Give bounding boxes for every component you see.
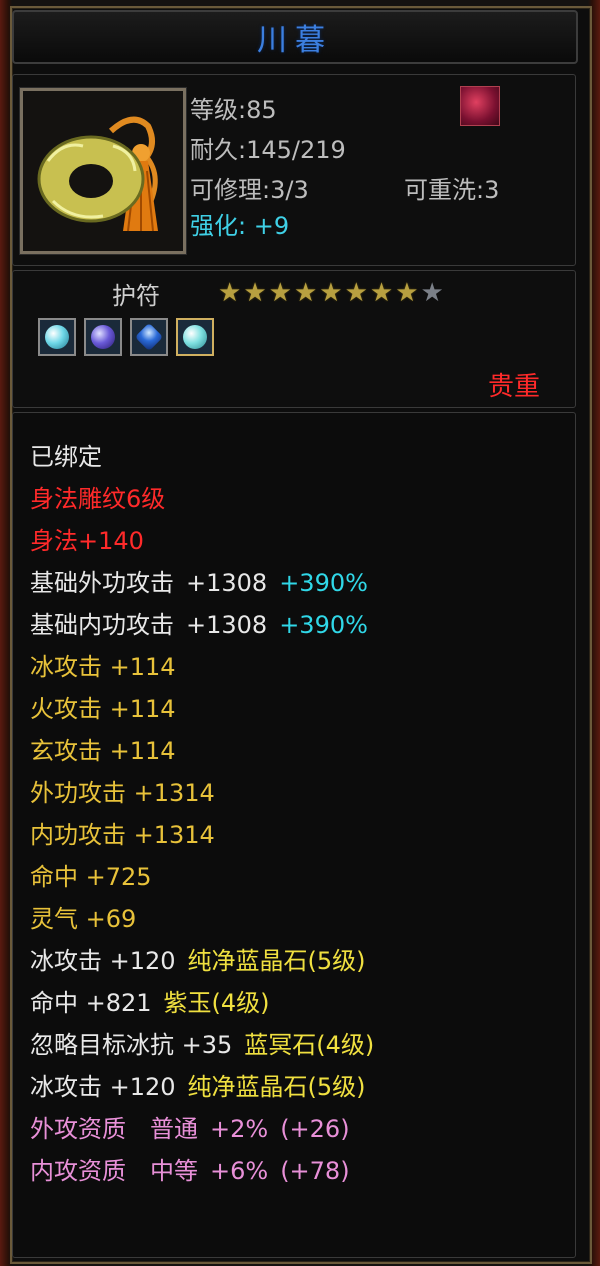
bound-status: 已绑定 <box>30 443 102 471</box>
gem-name: 纯净蓝晶石(5级) <box>187 947 366 975</box>
aptitude-value: +2% <box>210 1115 269 1143</box>
star-filled-icon: ★ <box>344 278 368 308</box>
stat-percent: +390% <box>279 569 368 597</box>
ext-atk-line: 外功攻击 +1314 <box>30 779 215 807</box>
stat-percent: +390% <box>279 611 368 639</box>
stat-value: +1308 <box>186 569 268 597</box>
agility-line: 身法+140 <box>30 527 144 555</box>
base-int-atk-line: 基础内功攻击 +1308 +390% <box>30 604 374 646</box>
aptitude-value: +6% <box>210 1157 269 1185</box>
rewash-stat: 可重洗:3 <box>404 176 500 204</box>
level-stat: 等级:85 <box>190 96 277 124</box>
item-name: 川暮 <box>257 23 333 58</box>
gem-sockets <box>38 318 214 356</box>
engrave-line: 身法雕纹6级 <box>30 485 166 513</box>
enhance-stat: 强化: +9 <box>190 212 290 240</box>
cyan-orb-gem-icon[interactable] <box>38 318 76 356</box>
hit-line: 命中 +725 <box>30 863 152 891</box>
aptitude-grade: 普通 <box>150 1115 198 1143</box>
base-ext-atk-line: 基础外功攻击 +1308 +390% <box>30 562 374 604</box>
star-filled-icon: ★ <box>293 278 318 308</box>
item-type-label: 护符 <box>112 282 160 310</box>
star-filled-icon: ★ <box>218 278 242 308</box>
aptitude-label: 外攻资质 <box>30 1115 126 1143</box>
aptitude-bonus: (+26) <box>280 1115 350 1143</box>
star-filled-icon: ★ <box>243 278 267 308</box>
blue-crystal-gem-icon[interactable] <box>130 318 168 356</box>
aptitude-label: 内攻资质 <box>30 1157 126 1185</box>
stat-value: +1308 <box>186 611 268 639</box>
gem-stat: 命中 +821 <box>30 989 152 1017</box>
title-bar: 川暮 <box>12 10 578 64</box>
cyan-orb-gem-icon[interactable] <box>176 318 214 356</box>
gem-stat: 忽略目标冰抗 +35 <box>30 1031 233 1059</box>
star-filled-icon: ★ <box>395 278 419 308</box>
aptitude-bonus: (+78) <box>280 1157 350 1185</box>
stat-label: 基础内功攻击 <box>30 611 174 639</box>
int-atk-line: 内功攻击 +1314 <box>30 821 215 849</box>
stat-label: 基础外功攻击 <box>30 569 174 597</box>
fire-emblem-icon <box>460 86 500 126</box>
gem-stat: 冰攻击 +120 <box>30 947 176 975</box>
star-filled-icon: ★ <box>369 278 394 308</box>
gem-stat: 冰攻击 +120 <box>30 1073 176 1101</box>
star-filled-icon: ★ <box>268 278 292 308</box>
ice-atk-line: 冰攻击 +114 <box>30 653 176 681</box>
star-rating: ★ ★ ★ ★ ★ ★ ★ ★ ★ <box>218 278 444 308</box>
quality-label: 贵重 <box>488 372 541 402</box>
jade-amulet-icon <box>23 91 183 251</box>
purple-gem-icon[interactable] <box>84 318 122 356</box>
gem-line: 忽略目标冰抗 +35 蓝冥石(4级) <box>30 1024 374 1066</box>
gem-line: 命中 +821 紫玉(4级) <box>30 982 374 1024</box>
repair-stat: 可修理:3/3 <box>190 176 309 204</box>
aptitude-grade: 中等 <box>150 1157 198 1185</box>
durability-stat: 耐久:145/219 <box>190 136 346 164</box>
gem-name: 蓝冥石(4级) <box>244 1031 375 1059</box>
aptitude-line: 外攻资质 普通 +2% (+26) <box>30 1108 374 1150</box>
gem-name: 纯净蓝晶石(5级) <box>187 1073 366 1101</box>
gem-line: 冰攻击 +120 纯净蓝晶石(5级) <box>30 940 374 982</box>
aptitude-line: 内攻资质 中等 +6% (+78) <box>30 1150 374 1192</box>
item-icon-frame <box>19 87 187 255</box>
spirit-line: 灵气 +69 <box>30 905 137 933</box>
gem-name: 紫玉(4级) <box>163 989 270 1017</box>
fire-atk-line: 火攻击 +114 <box>30 695 176 723</box>
star-empty-icon: ★ <box>420 278 444 308</box>
gem-line: 冰攻击 +120 纯净蓝晶石(5级) <box>30 1066 374 1108</box>
attribute-list: 已绑定 身法雕纹6级 身法+140 基础外功攻击 +1308 +390% 基础内功攻… <box>30 436 374 1192</box>
xuan-atk-line: 玄攻击 +114 <box>30 737 176 765</box>
star-filled-icon: ★ <box>319 278 343 308</box>
